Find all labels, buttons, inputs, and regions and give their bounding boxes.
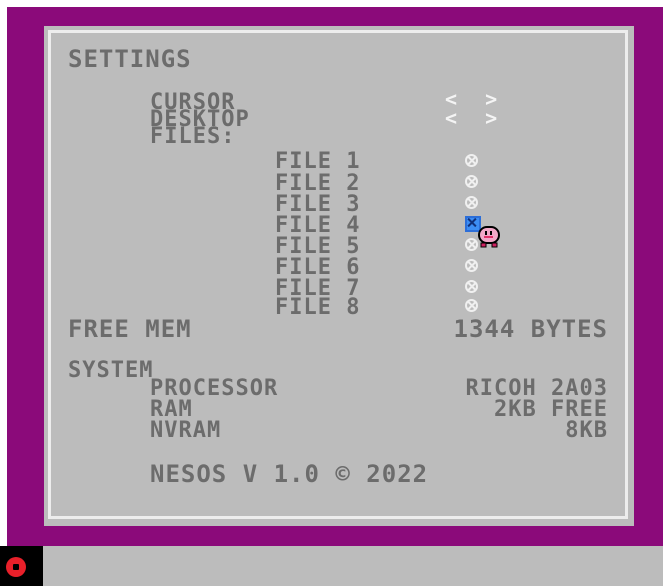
file-7-checkbox[interactable] <box>465 280 478 293</box>
file-5-label: FILE 5 <box>275 234 361 259</box>
pink-ghost-cursor-icon <box>478 226 500 248</box>
file-6-checkbox[interactable] <box>465 259 478 272</box>
file-1-checkbox[interactable] <box>465 154 478 167</box>
system-heading: SYSTEM <box>68 358 154 383</box>
file-3-label: FILE 3 <box>275 192 361 217</box>
file-3-checkbox[interactable] <box>465 196 478 209</box>
free-mem-label: FREE MEM <box>68 315 192 343</box>
taskbar <box>0 546 663 586</box>
file-4-label: FILE 4 <box>275 213 361 238</box>
start-button[interactable] <box>0 546 43 586</box>
nvram-label: NVRAM <box>150 418 222 443</box>
window-title: SETTINGS <box>68 45 192 73</box>
file-2-checkbox[interactable] <box>465 175 478 188</box>
ram-value: 2KB FREE <box>494 397 608 422</box>
files-label: FILES: <box>150 124 236 149</box>
free-mem-value: 1344 BYTES <box>453 315 608 343</box>
start-button-center <box>13 564 19 570</box>
file-2-label: FILE 2 <box>275 171 361 196</box>
processor-label: PROCESSOR <box>150 376 279 401</box>
nvram-value: 8KB <box>565 418 608 443</box>
processor-value: RICOH 2A03 <box>465 376 608 401</box>
file-1-label: FILE 1 <box>275 149 361 174</box>
file-6-label: FILE 6 <box>275 255 361 280</box>
ram-label: RAM <box>150 397 193 422</box>
desktop-selector-arrows[interactable]: < > <box>445 108 505 128</box>
os-version-footer: NESOS V 1.0 © 2022 <box>150 460 429 488</box>
file-8-label: FILE 8 <box>275 295 361 320</box>
file-8-checkbox[interactable] <box>465 299 478 312</box>
